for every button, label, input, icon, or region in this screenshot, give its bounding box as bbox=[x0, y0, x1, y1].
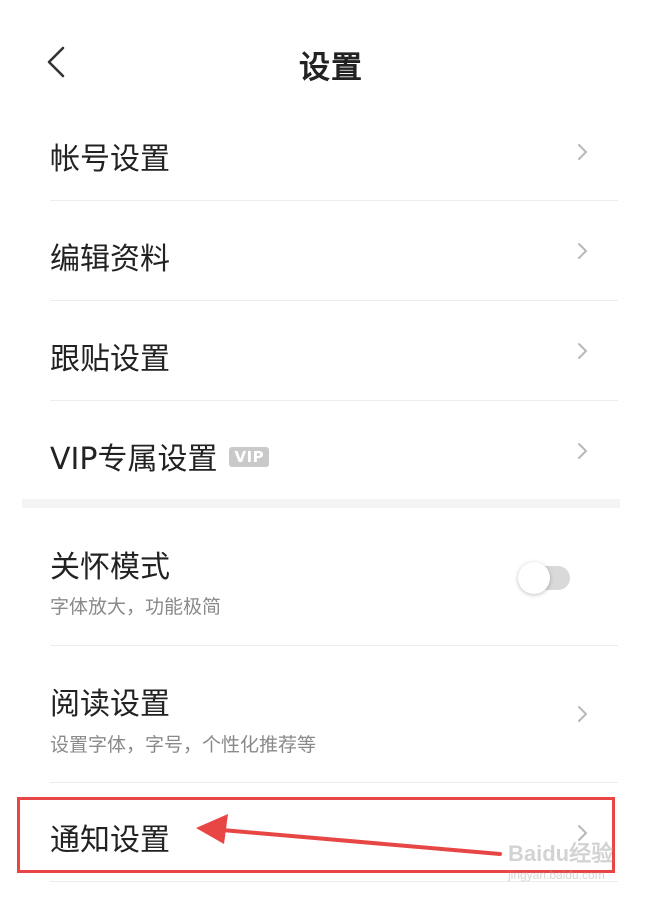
vip-settings-row[interactable]: VIP专属设置 VIP bbox=[50, 401, 618, 499]
reading-settings-row[interactable]: 阅读设置 设置字体，字号，个性化推荐等 bbox=[50, 646, 618, 782]
reading-settings-label: 阅读设置 bbox=[50, 687, 170, 722]
follow-post-settings-row[interactable]: 跟贴设置 bbox=[50, 301, 618, 400]
vip-settings-label-wrap: VIP专属设置 VIP bbox=[50, 434, 270, 478]
care-mode-toggle[interactable] bbox=[518, 562, 570, 594]
chevron-right-icon bbox=[578, 144, 587, 160]
chevron-right-icon bbox=[578, 825, 587, 841]
chevron-right-icon bbox=[578, 706, 587, 722]
page-title: 设置 bbox=[299, 50, 363, 86]
edit-profile-label: 编辑资料 bbox=[50, 242, 170, 277]
reading-settings-subtitle: 设置字体，字号，个性化推荐等 bbox=[50, 734, 317, 756]
header: 设置 bbox=[0, 0, 662, 120]
care-mode-label: 关怀模式 bbox=[50, 550, 170, 585]
account-settings-row[interactable]: 帐号设置 bbox=[50, 120, 618, 200]
toggle-knob bbox=[518, 562, 550, 594]
care-mode-subtitle: 字体放大，功能极简 bbox=[50, 596, 222, 618]
vip-settings-label: VIP专属设置 bbox=[50, 442, 218, 477]
notification-settings-row[interactable]: 通知设置 bbox=[50, 783, 618, 881]
care-mode-row: 关怀模式 字体放大，功能极简 bbox=[50, 508, 618, 645]
chevron-right-icon bbox=[578, 343, 587, 359]
settings-screen: 设置 帐号设置 编辑资料 跟贴设置 VIP专属设置 VIP 关怀模式 字体放大，… bbox=[0, 0, 662, 899]
chevron-right-icon bbox=[578, 243, 587, 259]
account-settings-label: 帐号设置 bbox=[50, 142, 170, 177]
chevron-right-icon bbox=[578, 443, 587, 459]
edit-profile-row[interactable]: 编辑资料 bbox=[50, 201, 618, 300]
divider bbox=[50, 881, 618, 882]
notification-settings-label: 通知设置 bbox=[50, 823, 170, 858]
vip-badge: VIP bbox=[229, 446, 270, 467]
section-divider bbox=[22, 499, 620, 508]
follow-post-settings-label: 跟贴设置 bbox=[50, 342, 170, 377]
